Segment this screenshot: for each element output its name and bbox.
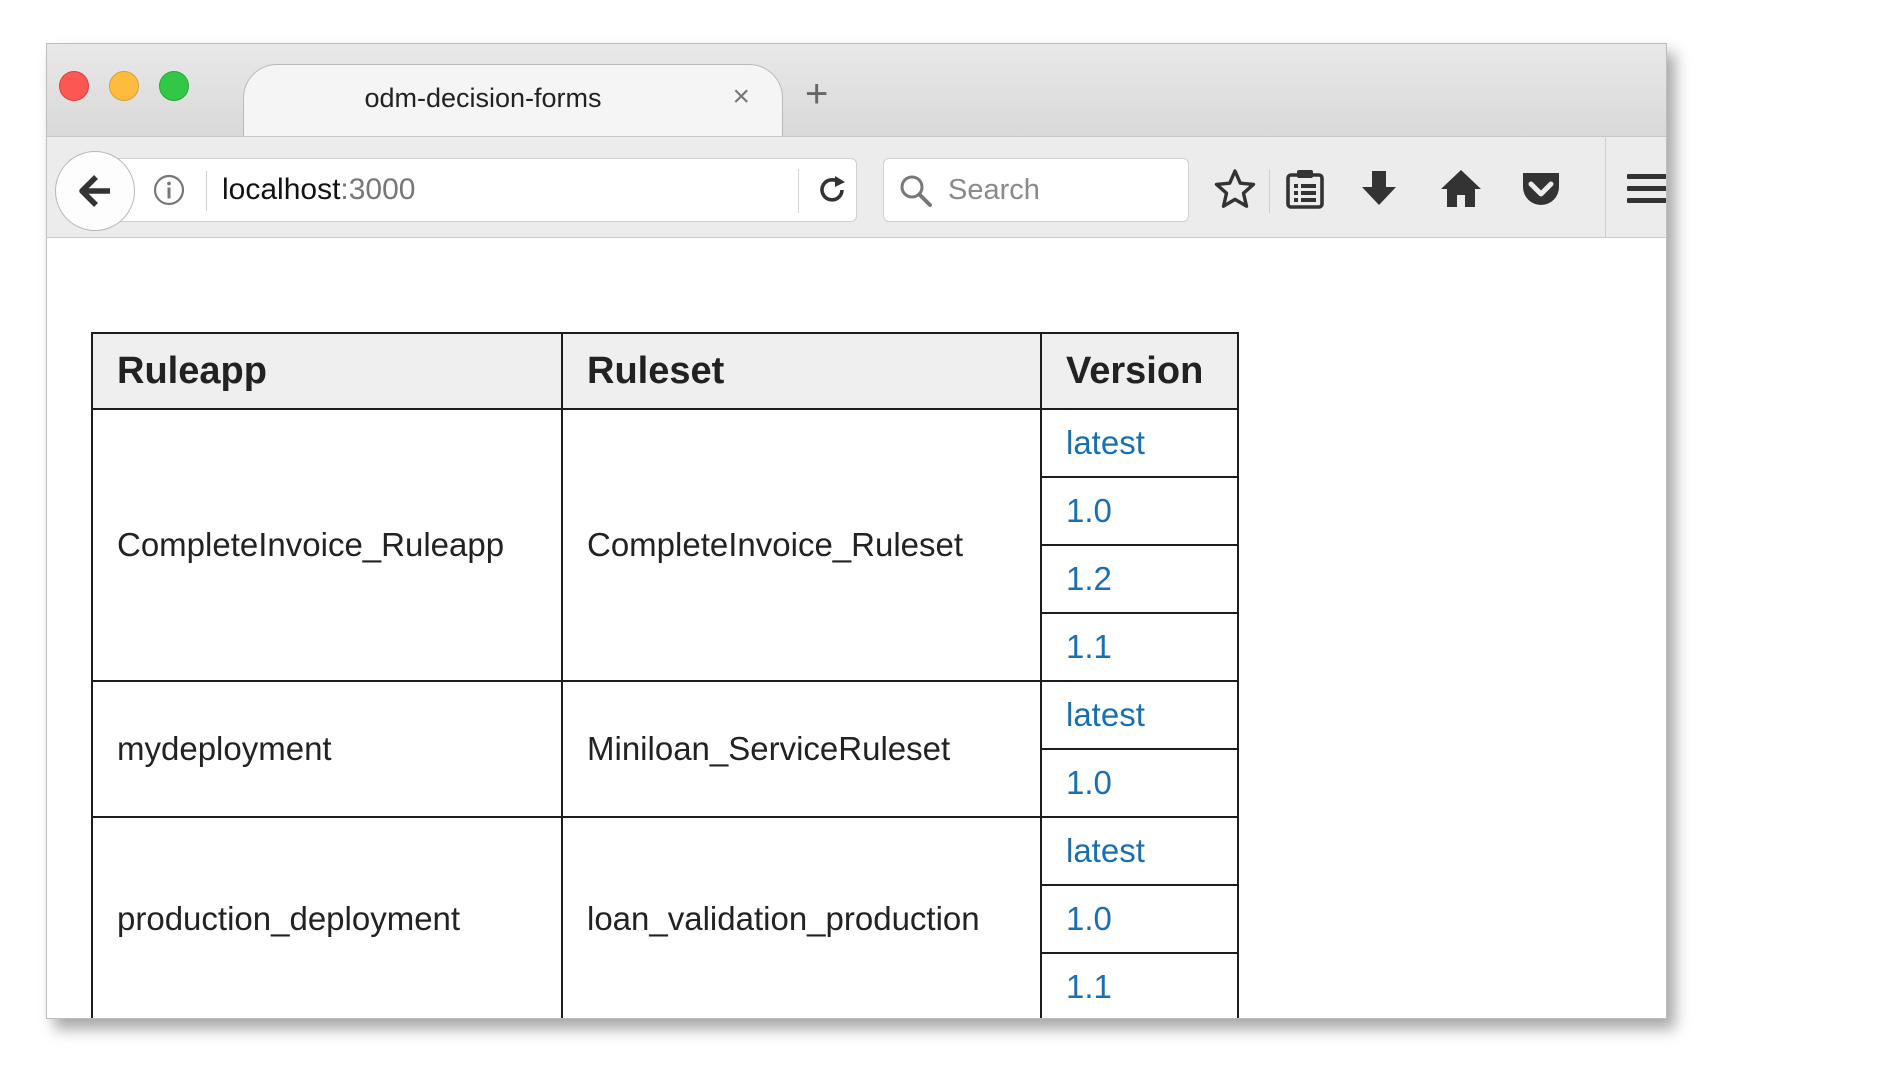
version-cell: 1.0: [1040, 884, 1239, 954]
toolbar-divider: [1269, 169, 1270, 213]
home-icon[interactable]: [1439, 167, 1483, 216]
version-cell: 1.1: [1040, 952, 1239, 1018]
version-link[interactable]: latest: [1066, 424, 1145, 461]
version-cell: 1.0: [1040, 476, 1239, 546]
version-link[interactable]: 1.0: [1066, 764, 1112, 801]
version-link[interactable]: latest: [1066, 696, 1145, 733]
url-host: localhost: [222, 173, 341, 206]
pocket-icon[interactable]: [1519, 167, 1563, 216]
ruleapps-table: Ruleapp Ruleset Version CompleteInvoice_…: [91, 332, 1239, 1018]
tab-close-icon[interactable]: ×: [732, 79, 750, 115]
ruleset-cell: loan_validation_production: [561, 816, 1042, 1018]
tab-title: odm-decision-forms: [364, 83, 602, 113]
menu-divider: [1605, 137, 1606, 237]
url-port: :3000: [340, 173, 416, 206]
reading-list-icon[interactable]: [1285, 167, 1325, 216]
tab-active[interactable]: odm-decision-forms ×: [243, 64, 783, 137]
url-divider: [206, 171, 207, 211]
ruleapp-cell: mydeployment: [91, 680, 563, 818]
back-button[interactable]: [55, 151, 135, 231]
version-link[interactable]: 1.1: [1066, 968, 1112, 1005]
url-bar[interactable]: localhost:3000: [107, 158, 857, 222]
ruleset-cell: CompleteInvoice_Ruleset: [561, 408, 1042, 682]
version-link[interactable]: 1.1: [1066, 628, 1112, 665]
navigation-toolbar: localhost:3000 Search: [47, 136, 1666, 238]
zoom-window-button[interactable]: [159, 71, 189, 101]
version-link[interactable]: 1.0: [1066, 900, 1112, 937]
ruleapp-cell: production_deployment: [91, 816, 563, 1018]
close-window-button[interactable]: [59, 71, 89, 101]
bookmark-star-icon[interactable]: [1213, 167, 1257, 216]
header-version: Version: [1040, 332, 1239, 410]
version-cell: 1.2: [1040, 544, 1239, 614]
ruleset-cell: Miniloan_ServiceRuleset: [561, 680, 1042, 818]
download-icon[interactable]: [1359, 167, 1399, 216]
minimize-window-button[interactable]: [109, 71, 139, 101]
version-cell: 1.1: [1040, 612, 1239, 682]
table-row: production_deployment loan_validation_pr…: [91, 816, 1239, 1018]
search-bar[interactable]: Search: [883, 158, 1189, 222]
hamburger-menu-icon[interactable]: [1625, 167, 1666, 216]
version-link[interactable]: 1.2: [1066, 560, 1112, 597]
table-row: mydeployment Miniloan_ServiceRuleset lat…: [91, 680, 1239, 818]
header-ruleapp: Ruleapp: [91, 332, 563, 410]
info-icon[interactable]: [152, 173, 186, 212]
reload-icon[interactable]: [816, 173, 850, 212]
browser-window: odm-decision-forms × + localhost:3000 Se…: [46, 43, 1667, 1019]
version-cell: latest: [1040, 408, 1239, 478]
search-icon: [898, 173, 934, 214]
version-link[interactable]: 1.0: [1066, 492, 1112, 529]
tab-strip: odm-decision-forms × +: [47, 44, 1666, 137]
version-cell: latest: [1040, 816, 1239, 886]
back-arrow-icon: [79, 175, 110, 207]
header-ruleset: Ruleset: [561, 332, 1042, 410]
new-tab-button[interactable]: +: [805, 74, 828, 114]
table-row: CompleteInvoice_Ruleapp CompleteInvoice_…: [91, 408, 1239, 682]
search-placeholder: Search: [948, 174, 1040, 206]
url-text[interactable]: localhost:3000: [222, 173, 415, 207]
version-cell: 1.0: [1040, 748, 1239, 818]
version-link[interactable]: latest: [1066, 832, 1145, 869]
ruleapp-cell: CompleteInvoice_Ruleapp: [91, 408, 563, 682]
version-cell: latest: [1040, 680, 1239, 750]
table-header-row: Ruleapp Ruleset Version: [91, 332, 1239, 410]
page-content: Ruleapp Ruleset Version CompleteInvoice_…: [47, 238, 1666, 1018]
reload-divider: [798, 169, 799, 213]
